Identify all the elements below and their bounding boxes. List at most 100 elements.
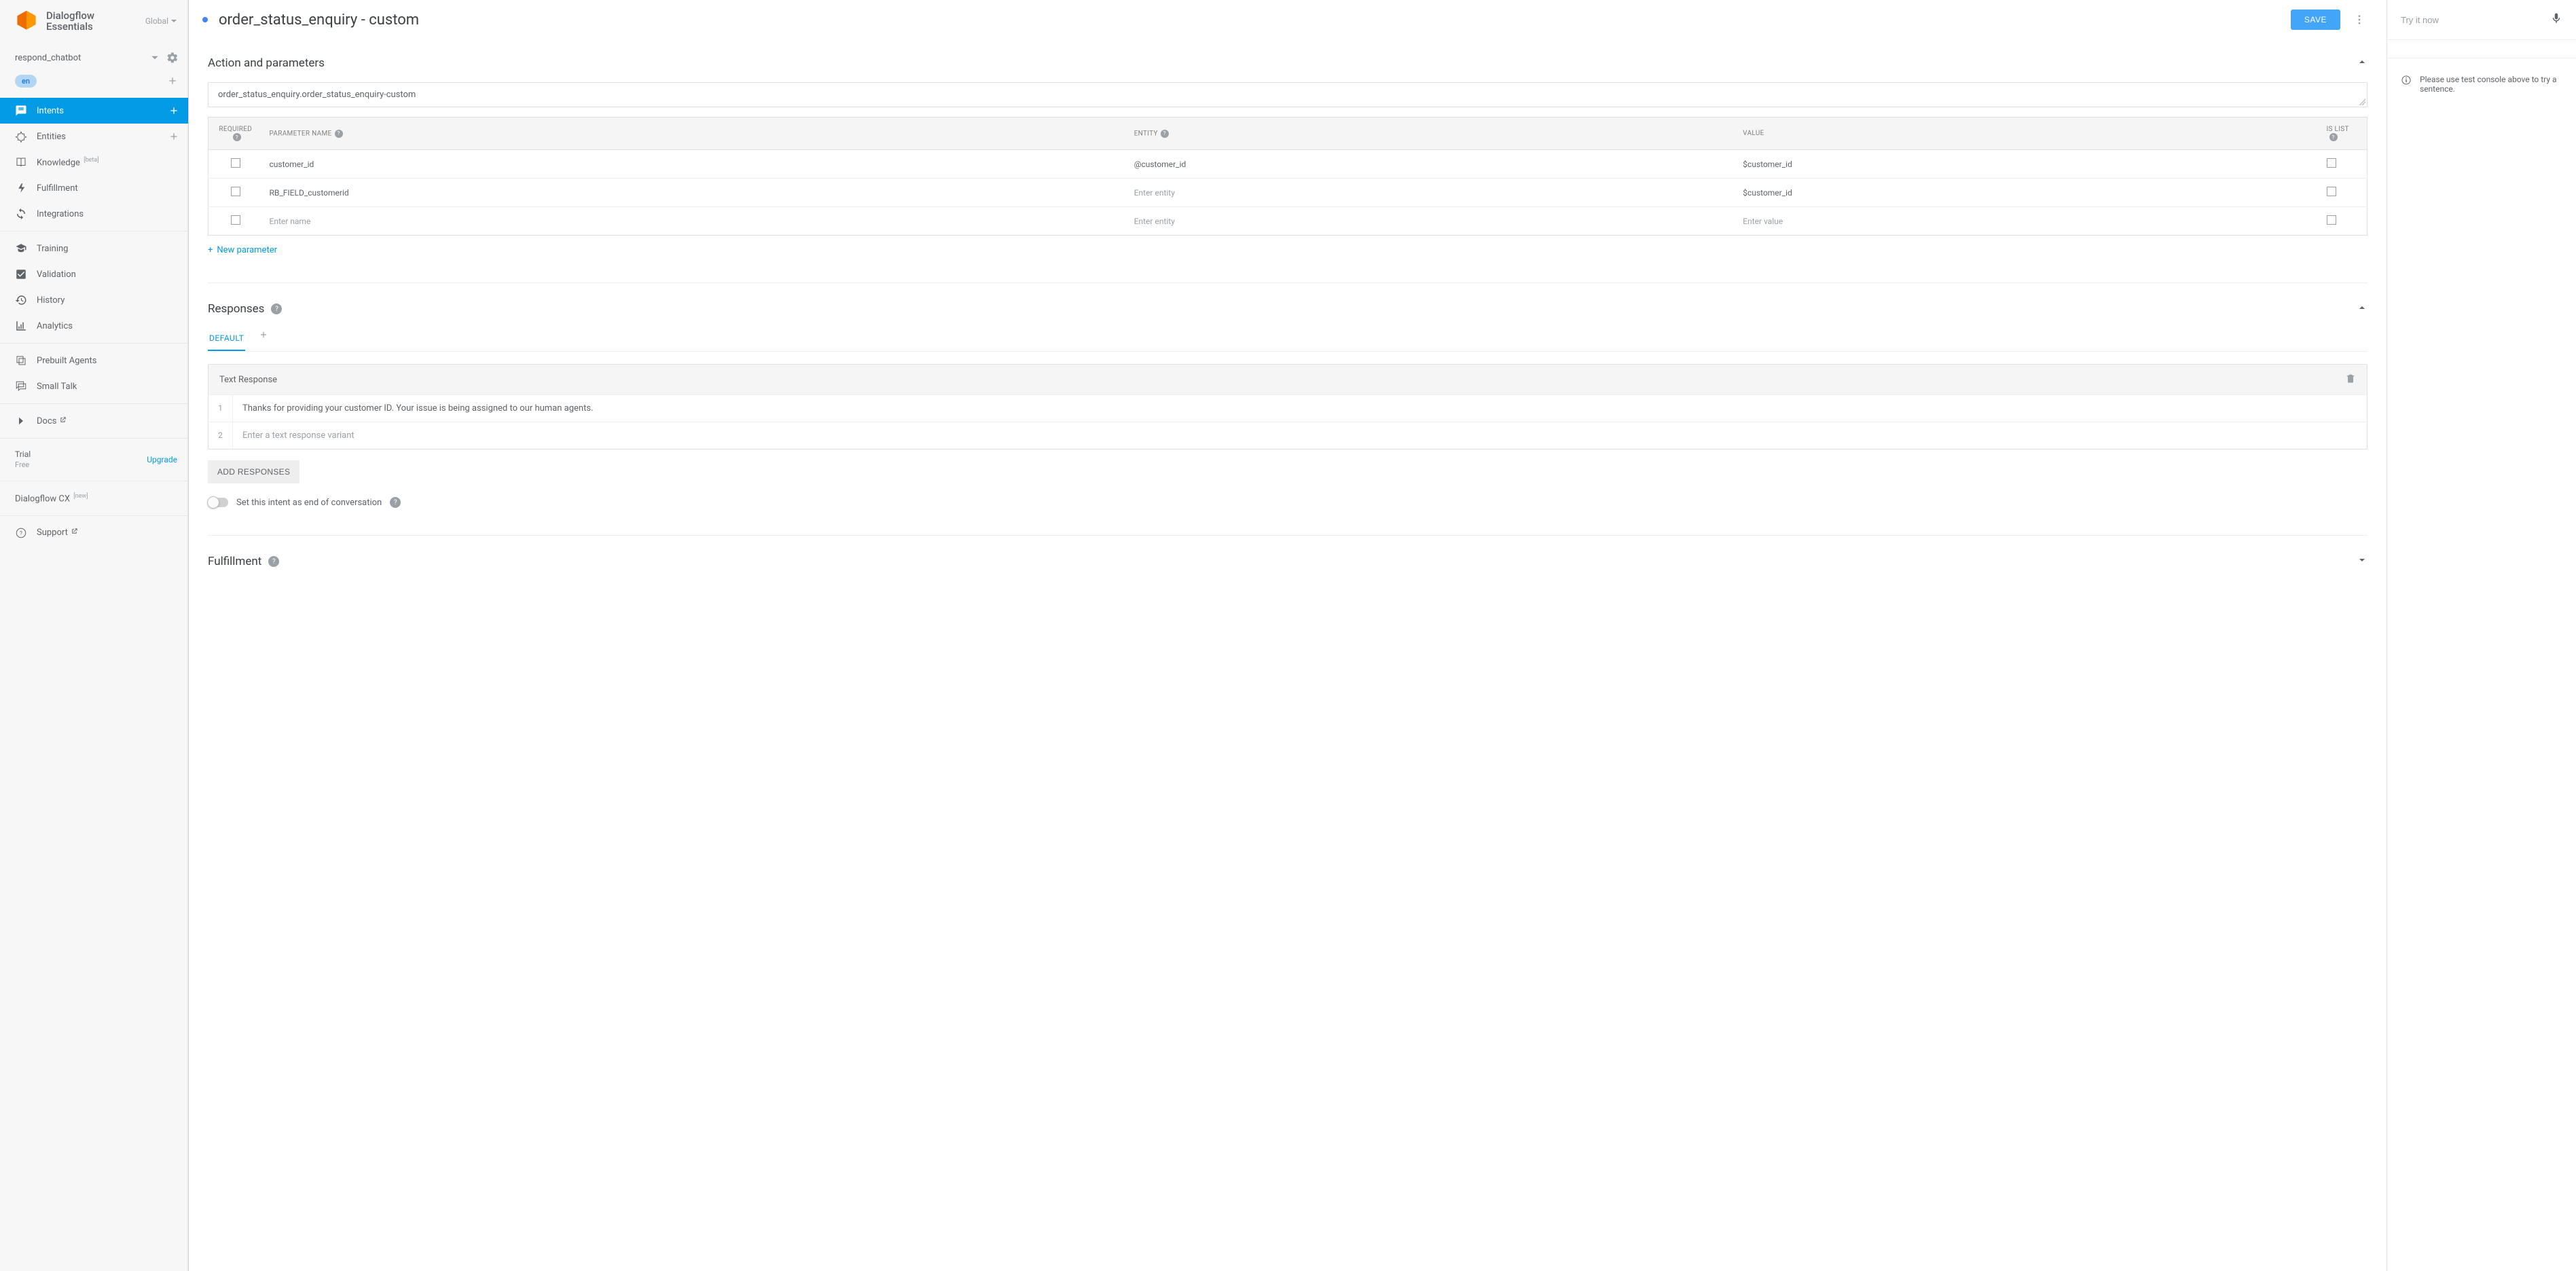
end-conversation-toggle[interactable] bbox=[208, 498, 228, 507]
check-box-icon bbox=[15, 268, 27, 280]
sidebar-item-prebuilt[interactable]: Prebuilt Agents bbox=[0, 348, 188, 373]
section-action-params: Action and parameters order_status_enqui… bbox=[208, 45, 2368, 255]
param-entity-cell[interactable]: Enter entity bbox=[1127, 179, 1737, 207]
sidebar-item-integrations[interactable]: Integrations bbox=[0, 201, 188, 227]
try-it-input[interactable] bbox=[2401, 15, 2543, 25]
nav-label-prebuilt: Prebuilt Agents bbox=[37, 356, 181, 366]
tab-default[interactable]: DEFAULT bbox=[208, 327, 245, 351]
agent-settings-icon[interactable] bbox=[164, 49, 181, 67]
agent-name[interactable]: respond_chatbot bbox=[15, 53, 146, 63]
info-icon bbox=[2401, 75, 2412, 86]
try-it-row bbox=[2387, 0, 2576, 40]
nav-label-support: Support bbox=[37, 528, 181, 538]
action-name-input[interactable]: order_status_enquiry.order_status_enquir… bbox=[208, 82, 2368, 107]
islist-checkbox[interactable] bbox=[2327, 187, 2336, 196]
section-title-fulfillment: Fulfillment bbox=[208, 555, 261, 568]
save-button[interactable]: SAVE bbox=[2291, 10, 2340, 30]
help-icon[interactable]: ? bbox=[271, 303, 282, 314]
param-name-cell[interactable]: Enter name bbox=[263, 207, 1127, 236]
param-name-cell[interactable]: RB_FIELD_customerid bbox=[263, 179, 1127, 207]
unsaved-indicator-icon bbox=[202, 17, 208, 22]
test-hint: Please use test console above to try a s… bbox=[2387, 58, 2576, 110]
delete-icon[interactable] bbox=[2345, 373, 2356, 386]
islist-checkbox[interactable] bbox=[2327, 215, 2336, 225]
col-entity: ENTITY? bbox=[1127, 117, 1737, 150]
sync-icon bbox=[15, 208, 27, 220]
islist-checkbox[interactable] bbox=[2327, 158, 2336, 168]
param-value-cell[interactable]: $customer_id bbox=[1736, 150, 2319, 179]
sidebar-item-validation[interactable]: Validation bbox=[0, 261, 188, 287]
brand-block: Dialogflow Essentials Global bbox=[0, 0, 188, 42]
add-language-button[interactable] bbox=[164, 72, 181, 90]
history-icon bbox=[15, 294, 27, 306]
new-parameter-button[interactable]: + New parameter bbox=[208, 245, 277, 255]
param-entity-cell[interactable]: Enter entity bbox=[1127, 207, 1737, 236]
nav-label-fulfillment: Fulfillment bbox=[37, 183, 181, 194]
help-icon[interactable]: ? bbox=[268, 556, 279, 567]
main-area: order_status_enquiry - custom SAVE Actio… bbox=[189, 0, 2576, 1271]
param-name-cell[interactable]: customer_id bbox=[263, 150, 1127, 179]
resize-handle-icon[interactable] bbox=[2359, 98, 2365, 105]
plan-tier: Free bbox=[15, 460, 31, 470]
col-name: PARAMETER NAME? bbox=[263, 117, 1127, 150]
region-selector[interactable]: Global bbox=[145, 16, 177, 26]
sidebar-item-entities[interactable]: Entities bbox=[0, 124, 188, 149]
sidebar-item-docs[interactable]: Docs bbox=[0, 408, 188, 434]
nav-label-smalltalk: Small Talk bbox=[37, 382, 181, 392]
language-row: en bbox=[0, 72, 188, 98]
parameters-table: REQUIRED? PARAMETER NAME? ENTITY? VALUE … bbox=[208, 117, 2368, 236]
required-checkbox[interactable] bbox=[231, 215, 240, 225]
param-row[interactable]: customer_id @customer_id $customer_id bbox=[208, 150, 2368, 179]
sidebar-item-knowledge[interactable]: Knowledge [beta] bbox=[0, 149, 188, 175]
sidebar-item-intents[interactable]: Intents bbox=[0, 98, 188, 124]
editor-content: Action and parameters order_status_enqui… bbox=[189, 39, 2387, 595]
param-entity-cell[interactable]: @customer_id bbox=[1127, 150, 1737, 179]
required-checkbox[interactable] bbox=[231, 187, 240, 196]
col-islist: IS LIST? bbox=[2320, 117, 2368, 150]
language-pill[interactable]: en bbox=[15, 75, 37, 88]
add-entity-icon[interactable] bbox=[166, 129, 181, 144]
section-header-responses[interactable]: Responses ? bbox=[208, 302, 2368, 316]
help-circle-icon: ? bbox=[15, 527, 27, 539]
add-intent-icon[interactable] bbox=[166, 103, 181, 118]
external-link-icon bbox=[59, 416, 67, 426]
chat-icon bbox=[15, 105, 27, 117]
param-row-empty[interactable]: Enter name Enter entity Enter value bbox=[208, 207, 2368, 236]
sidebar-item-analytics[interactable]: Analytics bbox=[0, 313, 188, 339]
text-response-block: Text Response 1 Thanks for providing you… bbox=[208, 364, 2368, 449]
book-icon bbox=[15, 156, 27, 168]
upgrade-link[interactable]: Upgrade bbox=[147, 455, 177, 464]
response-row[interactable]: 1 Thanks for providing your customer ID.… bbox=[208, 394, 2367, 422]
plan-name: Trial bbox=[15, 449, 31, 460]
sidebar-item-support[interactable]: ? Support bbox=[0, 520, 188, 546]
response-text[interactable]: Thanks for providing your customer ID. Y… bbox=[233, 395, 2367, 422]
param-value-cell[interactable]: Enter value bbox=[1736, 207, 2319, 236]
param-value-cell[interactable]: $customer_id bbox=[1736, 179, 2319, 207]
response-text[interactable]: Enter a text response variant bbox=[233, 422, 2367, 449]
microphone-icon[interactable] bbox=[2550, 12, 2562, 27]
sidebar-item-cx[interactable]: Dialogflow CX [new] bbox=[0, 485, 188, 511]
help-icon[interactable]: ? bbox=[390, 497, 401, 508]
sidebar-item-fulfillment[interactable]: Fulfillment bbox=[0, 175, 188, 201]
agent-dropdown-icon[interactable] bbox=[146, 49, 164, 67]
add-response-tab-icon[interactable] bbox=[259, 330, 268, 348]
add-responses-button[interactable]: ADD RESPONSES bbox=[208, 460, 300, 483]
intent-title[interactable]: order_status_enquiry - custom bbox=[219, 12, 2280, 29]
section-header-action[interactable]: Action and parameters bbox=[208, 56, 2368, 70]
text-response-title: Text Response bbox=[219, 375, 277, 385]
nav-label-integrations: Integrations bbox=[37, 209, 181, 219]
sidebar-item-smalltalk[interactable]: Small Talk bbox=[0, 373, 188, 399]
response-row[interactable]: 2 Enter a text response variant bbox=[208, 422, 2367, 449]
chart-icon bbox=[15, 320, 27, 332]
brand-text: Dialogflow Essentials bbox=[46, 10, 94, 33]
required-checkbox[interactable] bbox=[231, 158, 240, 168]
response-tabs: DEFAULT bbox=[208, 327, 2368, 352]
intent-topbar: order_status_enquiry - custom SAVE bbox=[189, 0, 2387, 39]
col-value: VALUE bbox=[1736, 117, 2319, 150]
sidebar-item-training[interactable]: Training bbox=[0, 236, 188, 261]
section-header-fulfillment[interactable]: Fulfillment ? bbox=[208, 555, 2368, 568]
sidebar-item-history[interactable]: History bbox=[0, 287, 188, 313]
chevron-up-icon bbox=[2357, 302, 2368, 316]
more-menu-icon[interactable] bbox=[2351, 12, 2368, 28]
param-row[interactable]: RB_FIELD_customerid Enter entity $custom… bbox=[208, 179, 2368, 207]
